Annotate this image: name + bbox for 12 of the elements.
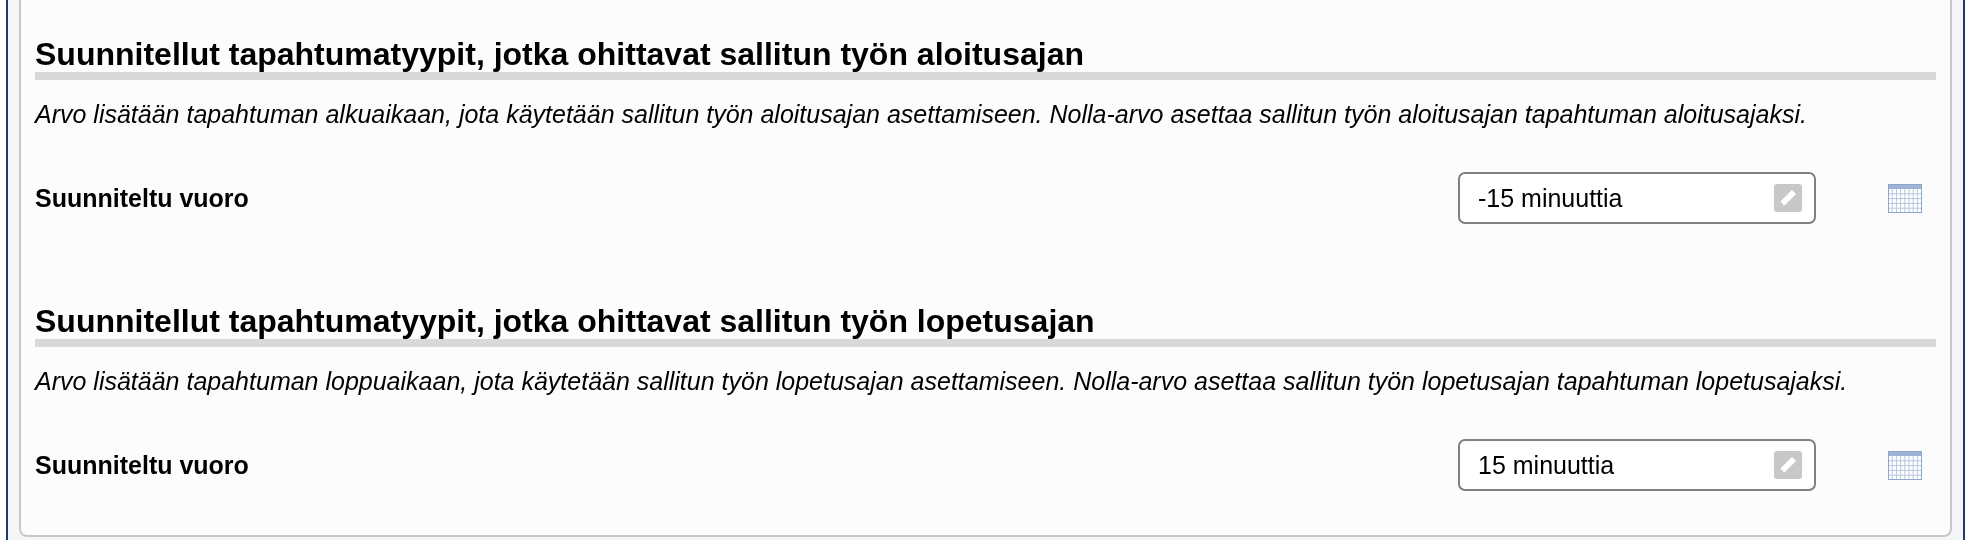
field-label: Suunniteltu vuoro xyxy=(35,183,250,213)
duration-field[interactable]: 15 minuuttia xyxy=(1458,439,1816,491)
pencil-icon[interactable] xyxy=(1774,184,1802,212)
section-description: Arvo lisätään tapahtuman loppuaikaan, jota käytetään sallitun työn lopetusajan asettamiseen. Nolla-arvo asettaa sallitun työn lopetusajan tapahtuman lopetusajaksi. xyxy=(35,366,1849,396)
section-heading: Suunnitellut tapahtumatyypit, jotka ohittavat sallitun työn aloitusajan xyxy=(35,36,1085,72)
calendar-icon[interactable] xyxy=(1888,183,1922,213)
pencil-icon[interactable] xyxy=(1774,451,1802,479)
section-description: Arvo lisätään tapahtuman alkuaikaan, jota käytetään sallitun työn aloitusajan asettamiseen. Nolla-arvo asettaa sallitun työn aloitusajan tapahtuman aloitusajaksi. xyxy=(35,99,1808,129)
duration-field[interactable]: -15 minuuttia xyxy=(1458,172,1816,224)
section-heading: Suunnitellut tapahtumatyypit, jotka ohittavat sallitun työn lopetusajan xyxy=(35,303,1096,339)
calendar-icon[interactable] xyxy=(1888,450,1922,480)
field-label: Suunniteltu vuoro xyxy=(35,450,250,480)
